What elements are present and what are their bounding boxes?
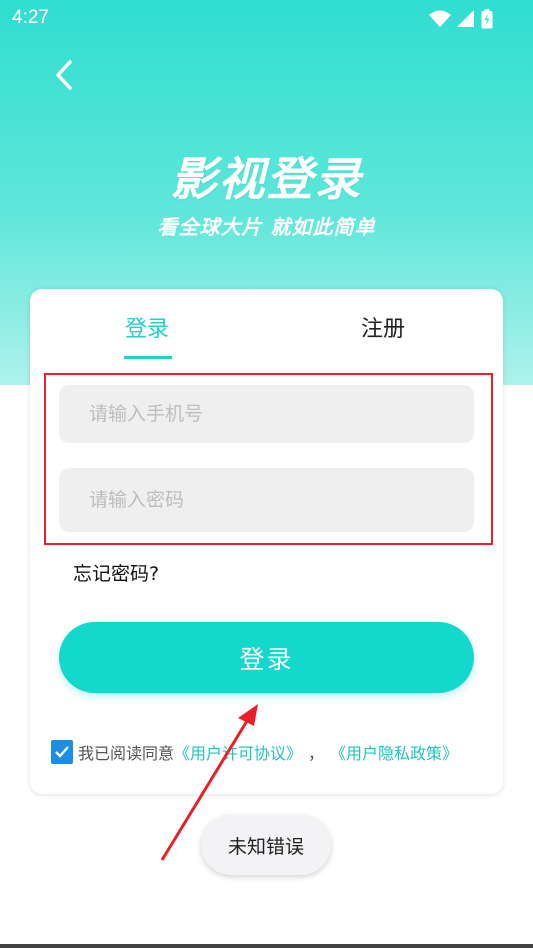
- status-icons: [429, 9, 493, 29]
- privacy-policy-link[interactable]: 《用户隐私政策》: [330, 740, 458, 764]
- status-time: 4:27: [12, 7, 49, 28]
- chevron-left-icon: [56, 60, 72, 90]
- tab-login[interactable]: 登录: [125, 311, 169, 343]
- page-subtitle: 看全球大片 就如此简单: [157, 215, 376, 239]
- agreement-separator: ，: [308, 744, 325, 763]
- wifi-icon: [429, 10, 451, 27]
- agreement-row: 我已阅读同意 《用户许可协议》 ， 《用户隐私政策》: [51, 739, 458, 765]
- forgot-password-link[interactable]: 忘记密码?: [73, 559, 159, 586]
- user-agreement-link[interactable]: 《用户许可协议》: [174, 740, 302, 764]
- active-tab-indicator: [124, 356, 172, 359]
- bottom-divider: [0, 944, 533, 948]
- signal-icon: [457, 10, 474, 27]
- back-button[interactable]: [48, 58, 82, 92]
- agreement-checkbox[interactable]: [51, 740, 73, 764]
- agreement-text: 我已阅读同意: [78, 744, 175, 763]
- tab-register[interactable]: 注册: [361, 311, 405, 343]
- battery-charging-icon: [481, 9, 493, 29]
- checkmark-icon: [55, 746, 69, 758]
- error-toast: 未知错误: [201, 815, 331, 875]
- status-bar: 4:27: [0, 0, 533, 36]
- login-button[interactable]: 登录: [59, 622, 474, 693]
- annotation-highlight-box: [44, 373, 493, 545]
- page-title: 影视登录: [170, 152, 363, 206]
